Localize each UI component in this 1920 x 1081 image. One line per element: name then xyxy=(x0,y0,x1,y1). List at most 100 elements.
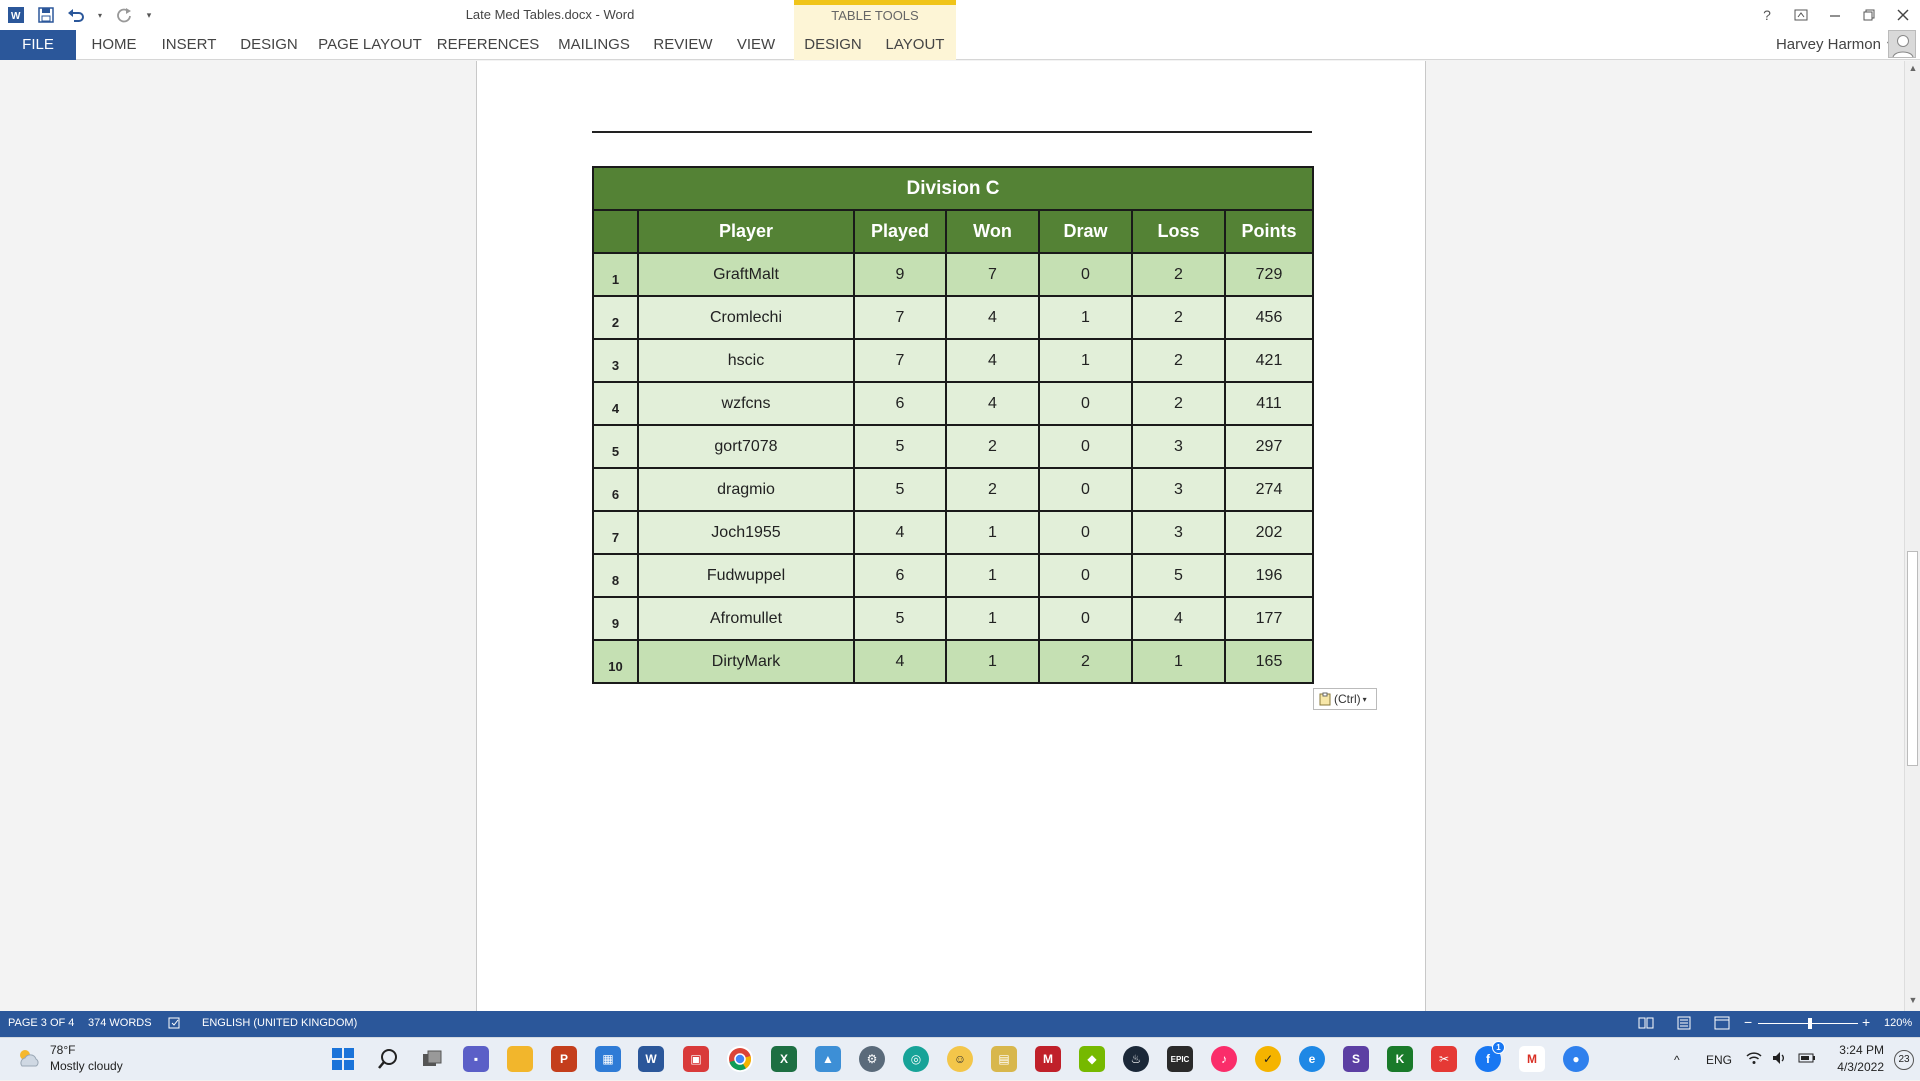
cell-player[interactable]: dragmio xyxy=(637,467,855,512)
cell-won[interactable]: 4 xyxy=(945,295,1040,340)
cell-player[interactable]: DirtyMark xyxy=(637,639,855,684)
cell-points[interactable]: 177 xyxy=(1224,596,1314,641)
cell-won[interactable]: 1 xyxy=(945,639,1040,684)
edge-icon[interactable]: e xyxy=(1299,1046,1325,1072)
gmail-icon[interactable]: M xyxy=(1519,1046,1545,1072)
column-header-won[interactable]: Won xyxy=(945,209,1040,254)
column-header-played[interactable]: Played xyxy=(853,209,947,254)
clock[interactable]: 3:24 PM 4/3/2022 xyxy=(1837,1042,1884,1076)
tray-overflow-icon[interactable]: ^ xyxy=(1674,1038,1680,1081)
web-layout-icon[interactable] xyxy=(1714,1016,1730,1033)
cell-loss[interactable]: 4 xyxy=(1131,596,1226,641)
paste-options-button[interactable]: (Ctrl) ▾ xyxy=(1313,688,1377,710)
cell-loss[interactable]: 2 xyxy=(1131,252,1226,297)
app-k-icon[interactable]: K xyxy=(1387,1046,1413,1072)
cell-rank[interactable]: 1 xyxy=(592,252,639,297)
cell-played[interactable]: 5 xyxy=(853,424,947,469)
print-layout-icon[interactable] xyxy=(1676,1016,1692,1033)
proofing-icon[interactable] xyxy=(168,1016,182,1033)
page-count[interactable]: PAGE 3 OF 4 xyxy=(8,1017,74,1029)
cell-won[interactable]: 1 xyxy=(945,553,1040,598)
zoom-slider-thumb[interactable] xyxy=(1808,1018,1812,1029)
division-table[interactable]: Division C Player Played Won Draw Loss P… xyxy=(592,166,1314,684)
cell-draw[interactable]: 0 xyxy=(1038,553,1133,598)
cell-points[interactable]: 729 xyxy=(1224,252,1314,297)
read-mode-icon[interactable] xyxy=(1638,1016,1654,1033)
tab-design[interactable]: DESIGN xyxy=(236,30,302,60)
column-header-player[interactable]: Player xyxy=(637,209,855,254)
cell-played[interactable]: 5 xyxy=(853,467,947,512)
cell-loss[interactable]: 2 xyxy=(1131,381,1226,426)
cell-draw[interactable]: 0 xyxy=(1038,424,1133,469)
cell-loss[interactable]: 1 xyxy=(1131,639,1226,684)
close-icon[interactable] xyxy=(1886,0,1920,30)
gift-app-icon[interactable]: ▣ xyxy=(683,1046,709,1072)
cell-loss[interactable]: 5 xyxy=(1131,553,1226,598)
cell-player[interactable]: Afromullet xyxy=(637,596,855,641)
scrollbar-thumb[interactable] xyxy=(1907,551,1918,766)
volume-icon[interactable] xyxy=(1772,1051,1788,1068)
scroll-up-icon[interactable]: ▲ xyxy=(1905,63,1920,77)
cell-loss[interactable]: 3 xyxy=(1131,424,1226,469)
cell-player[interactable]: Cromlechi xyxy=(637,295,855,340)
restore-icon[interactable] xyxy=(1852,0,1886,30)
cell-loss[interactable]: 3 xyxy=(1131,467,1226,512)
cell-won[interactable]: 1 xyxy=(945,596,1040,641)
cell-points[interactable]: 165 xyxy=(1224,639,1314,684)
minimize-icon[interactable] xyxy=(1818,0,1852,30)
tab-references[interactable]: REFERENCES xyxy=(436,30,540,60)
powerpoint-icon[interactable]: P xyxy=(551,1046,577,1072)
zoom-out-icon[interactable]: − xyxy=(1744,1014,1752,1030)
epic-games-icon[interactable]: EPIC xyxy=(1167,1046,1193,1072)
column-header-points[interactable]: Points xyxy=(1224,209,1314,254)
word-taskbar-icon[interactable]: W xyxy=(638,1046,664,1072)
cell-played[interactable]: 4 xyxy=(853,510,947,555)
cell-loss[interactable]: 2 xyxy=(1131,295,1226,340)
photos-icon[interactable]: ▲ xyxy=(815,1046,841,1072)
cell-played[interactable]: 5 xyxy=(853,596,947,641)
cell-rank[interactable]: 9 xyxy=(592,596,639,641)
cell-played[interactable]: 7 xyxy=(853,338,947,383)
cell-rank[interactable]: 7 xyxy=(592,510,639,555)
cell-played[interactable]: 4 xyxy=(853,639,947,684)
app-bulb-icon[interactable]: ● xyxy=(1563,1046,1589,1072)
document-area[interactable]: Division C Player Played Won Draw Loss P… xyxy=(0,61,1904,1011)
cell-points[interactable]: 274 xyxy=(1224,467,1314,512)
app-globe-icon[interactable]: ◎ xyxy=(903,1046,929,1072)
app-folder-icon[interactable]: ▤ xyxy=(991,1046,1017,1072)
cell-rank[interactable]: 10 xyxy=(592,639,639,684)
cell-points[interactable]: 456 xyxy=(1224,295,1314,340)
vertical-scrollbar[interactable]: ▲ ▼ xyxy=(1904,61,1920,1011)
file-explorer-icon[interactable] xyxy=(507,1046,533,1072)
scroll-down-icon[interactable]: ▼ xyxy=(1905,995,1920,1009)
cell-draw[interactable]: 0 xyxy=(1038,381,1133,426)
cell-won[interactable]: 4 xyxy=(945,381,1040,426)
cell-rank[interactable]: 8 xyxy=(592,553,639,598)
cell-rank[interactable]: 6 xyxy=(592,467,639,512)
cell-draw[interactable]: 1 xyxy=(1038,295,1133,340)
tab-table-design[interactable]: DESIGN xyxy=(798,30,868,60)
norton-icon[interactable]: ✓ xyxy=(1255,1046,1281,1072)
app-s-icon[interactable]: S xyxy=(1343,1046,1369,1072)
cell-rank[interactable]: 2 xyxy=(592,295,639,340)
word-count[interactable]: 374 WORDS xyxy=(88,1017,152,1029)
tab-page-layout[interactable]: PAGE LAYOUT xyxy=(318,30,422,60)
teams-chat-icon[interactable]: ▪ xyxy=(463,1046,489,1072)
facebook-icon[interactable]: f1 xyxy=(1475,1041,1505,1072)
cell-played[interactable]: 9 xyxy=(853,252,947,297)
input-language[interactable]: ENG xyxy=(1706,1038,1732,1081)
cell-player[interactable]: hscic xyxy=(637,338,855,383)
column-header-rank[interactable] xyxy=(592,209,639,254)
tab-table-layout[interactable]: LAYOUT xyxy=(880,30,950,60)
nvidia-icon[interactable]: ◆ xyxy=(1079,1046,1105,1072)
cell-player[interactable]: wzfcns xyxy=(637,381,855,426)
start-icon[interactable] xyxy=(330,1046,356,1072)
chrome-icon[interactable] xyxy=(727,1046,753,1072)
cell-won[interactable]: 4 xyxy=(945,338,1040,383)
zoom-level[interactable]: 120% xyxy=(1884,1017,1912,1029)
cell-player[interactable]: GraftMalt xyxy=(637,252,855,297)
tab-review[interactable]: REVIEW xyxy=(650,30,716,60)
cell-draw[interactable]: 0 xyxy=(1038,252,1133,297)
tab-view[interactable]: VIEW xyxy=(730,30,782,60)
cell-played[interactable]: 6 xyxy=(853,381,947,426)
